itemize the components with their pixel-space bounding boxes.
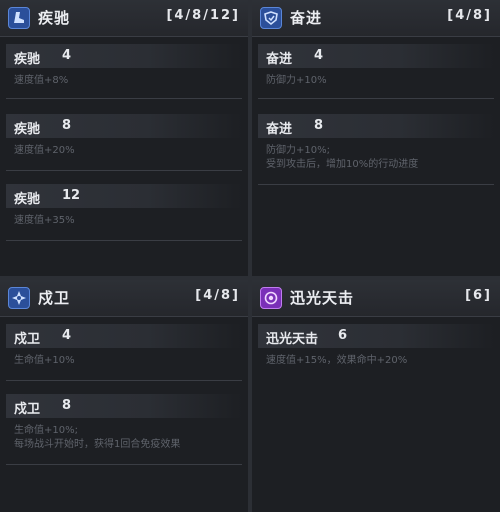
tier-level: 8 (62, 398, 72, 413)
panel-title: 戍卫 (38, 289, 71, 307)
tier-name: 奋进 (266, 52, 293, 67)
tier-level: 8 (62, 118, 72, 133)
panel-title: 疾驰 (38, 9, 71, 27)
tier-row: 戍卫 4 生命值+10% (6, 324, 242, 381)
orb-icon (260, 287, 282, 309)
tier-row: 奋进 8 防御力+10%; 受到攻击后，增加10%的行动进度 (258, 114, 494, 185)
set-panel-shuwei: 戍卫 [4/8] 戍卫 4 生命值+10% 戍卫 8 生命值+10%; 每场战斗… (0, 280, 248, 512)
tier-effect-line: 每场战斗开始时，获得1回合免疫效果 (14, 439, 181, 450)
set-panel-xunguang: 迅光天击 [6] 迅光天击 6 速度值+15%，效果命中+20% (252, 280, 500, 512)
tier-effect: 生命值+10%; 每场战斗开始时，获得1回合免疫效果 (6, 418, 242, 452)
tier-level: 6 (338, 328, 348, 343)
tier-bar: 奋进 4 (258, 44, 494, 68)
panel-header: 戍卫 [4/8] (0, 280, 248, 317)
tier-effect-line: 生命值+10%; (14, 425, 78, 436)
panel-title: 奋进 (290, 9, 323, 27)
tier-effect: 防御力+10% (266, 75, 327, 86)
set-panel-jichi: 疾驰 [4/8/12] 疾驰 4 速度值+8% 疾驰 8 速度值+20% 疾驰 … (0, 0, 248, 276)
tier-bar: 戍卫 8 (6, 394, 242, 418)
boot-icon (8, 7, 30, 29)
tier-effect: 防御力+10%; 受到攻击后，增加10%的行动进度 (258, 138, 494, 172)
divider (258, 184, 494, 185)
tier-level: 12 (62, 188, 81, 203)
tier-thresholds: [4/8/12] (166, 8, 240, 23)
tier-row: 疾驰 8 速度值+20% (6, 114, 242, 171)
tier-thresholds: [4/8] (447, 8, 492, 23)
tier-bar: 奋进 8 (258, 114, 494, 138)
tier-name: 疾驰 (14, 192, 41, 207)
tier-name: 疾驰 (14, 52, 41, 67)
tier-name: 疾驰 (14, 122, 41, 137)
tier-bar: 疾驰 4 (6, 44, 242, 68)
panel-header: 疾驰 [4/8/12] (0, 0, 248, 37)
tier-level: 8 (314, 118, 324, 133)
tier-effect: 速度值+15%，效果命中+20% (266, 355, 408, 366)
divider (258, 98, 494, 99)
tier-level: 4 (62, 328, 72, 343)
tier-bar: 疾驰 12 (6, 184, 242, 208)
set-panel-fenjin: 奋进 [4/8] 奋进 4 防御力+10% 奋进 8 防御力+10%; 受到攻击… (252, 0, 500, 276)
divider (6, 464, 242, 465)
tier-effect: 速度值+20% (14, 145, 75, 156)
tier-name: 戍卫 (14, 402, 41, 417)
tier-row: 疾驰 4 速度值+8% (6, 44, 242, 99)
tier-bar: 迅光天击 6 (258, 324, 494, 348)
divider (6, 170, 242, 171)
panel-title: 迅光天击 (290, 289, 355, 307)
tier-level: 4 (314, 48, 324, 63)
panel-header: 迅光天击 [6] (252, 280, 500, 317)
tier-level: 4 (62, 48, 72, 63)
tier-name: 奋进 (266, 122, 293, 137)
tier-name: 戍卫 (14, 332, 41, 347)
tier-effect: 生命值+10% (14, 355, 75, 366)
divider (6, 240, 242, 241)
tier-bar: 疾驰 8 (6, 114, 242, 138)
tier-row: 奋进 4 防御力+10% (258, 44, 494, 99)
divider (6, 380, 242, 381)
tier-row: 疾驰 12 速度值+35% (6, 184, 242, 241)
tier-row: 戍卫 8 生命值+10%; 每场战斗开始时，获得1回合免疫效果 (6, 394, 242, 465)
tier-thresholds: [6] (465, 288, 492, 303)
tier-effect: 速度值+35% (14, 215, 75, 226)
tier-effect: 速度值+8% (14, 75, 69, 86)
tier-effect-line: 受到攻击后，增加10%的行动进度 (266, 159, 419, 170)
panel-header: 奋进 [4/8] (252, 0, 500, 37)
tier-row: 迅光天击 6 速度值+15%，效果命中+20% (258, 324, 494, 368)
tier-effect-line: 防御力+10%; (266, 145, 330, 156)
tier-bar: 戍卫 4 (6, 324, 242, 348)
divider (6, 98, 242, 99)
tier-thresholds: [4/8] (195, 288, 240, 303)
tier-name: 迅光天击 (266, 332, 319, 347)
guard-icon (8, 287, 30, 309)
shield-icon (260, 7, 282, 29)
